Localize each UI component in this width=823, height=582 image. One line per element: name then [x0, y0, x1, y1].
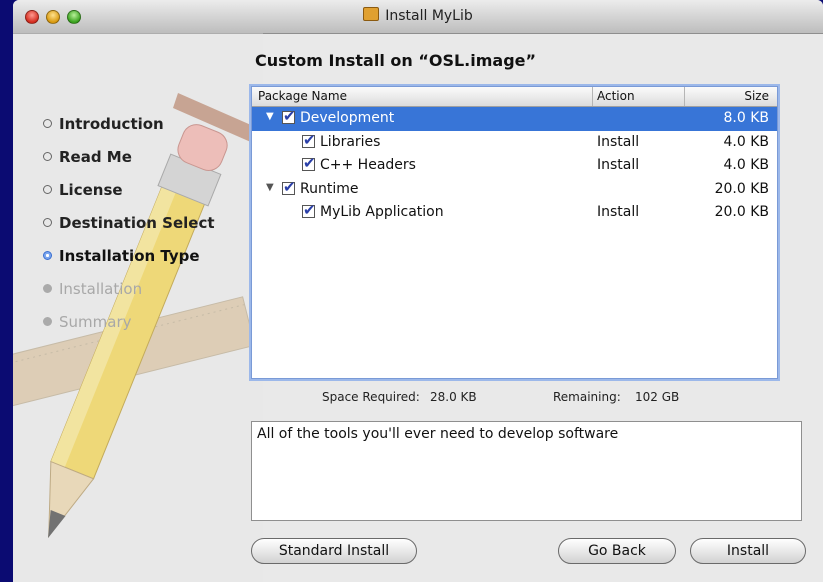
checkbox-mylib-application[interactable]	[302, 201, 316, 219]
title-bar: Install MyLib	[13, 0, 823, 34]
disclosure-triangle-icon[interactable]: ▼	[266, 111, 274, 122]
step-bullet-icon	[43, 218, 52, 227]
space-remaining-value: 102 GB	[635, 390, 680, 404]
page-title: Custom Install on “OSL.image”	[255, 51, 537, 70]
checkbox-runtime[interactable]	[282, 178, 296, 196]
column-header-package-name[interactable]: Package Name	[258, 89, 347, 103]
package-description: All of the tools you'll ever need to dev…	[251, 421, 802, 521]
step-introduction: Introduction	[43, 115, 164, 133]
package-table[interactable]: Package Name Action Size ▼ Development 8…	[251, 86, 778, 379]
step-summary: Summary	[43, 313, 132, 331]
step-installation-type: Installation Type	[43, 247, 200, 265]
column-header-action[interactable]: Action	[597, 89, 635, 103]
go-back-button[interactable]: Go Back	[558, 538, 676, 564]
install-button[interactable]: Install	[690, 538, 806, 564]
step-bullet-icon	[43, 119, 52, 128]
step-current-bullet-icon	[43, 251, 52, 260]
package-icon	[363, 7, 380, 21]
step-pending-bullet-icon	[43, 284, 52, 293]
space-required-value: 28.0 KB	[430, 390, 477, 404]
installer-window: Install MyLib Introduction Read Me Licen…	[13, 0, 823, 582]
standard-install-button[interactable]: Standard Install	[251, 538, 417, 564]
table-row-mylib-application[interactable]: MyLib Application Install 20.0 KB	[252, 201, 777, 225]
window-title: Install MyLib	[385, 8, 473, 24]
checkbox-libraries[interactable]	[302, 131, 316, 149]
step-license: License	[43, 181, 123, 199]
checkbox-cpp-headers[interactable]	[302, 154, 316, 172]
step-bullet-icon	[43, 185, 52, 194]
checkbox-development[interactable]	[282, 107, 296, 125]
column-header-size[interactable]: Size	[744, 89, 769, 103]
table-row-runtime[interactable]: ▼ Runtime 20.0 KB	[252, 178, 777, 202]
table-row-libraries[interactable]: Libraries Install 4.0 KB	[252, 131, 777, 155]
step-installation: Installation	[43, 280, 142, 298]
table-header: Package Name Action Size	[252, 87, 777, 107]
disclosure-triangle-icon[interactable]: ▼	[266, 182, 274, 193]
step-read-me: Read Me	[43, 148, 132, 166]
step-destination-select: Destination Select	[43, 214, 215, 232]
table-row-cpp-headers[interactable]: C++ Headers Install 4.0 KB	[252, 154, 777, 178]
step-pending-bullet-icon	[43, 317, 52, 326]
space-remaining-label: Remaining:	[553, 390, 621, 404]
space-required-label: Space Required:	[322, 390, 420, 404]
table-row-development[interactable]: ▼ Development 8.0 KB	[252, 107, 777, 131]
step-bullet-icon	[43, 152, 52, 161]
